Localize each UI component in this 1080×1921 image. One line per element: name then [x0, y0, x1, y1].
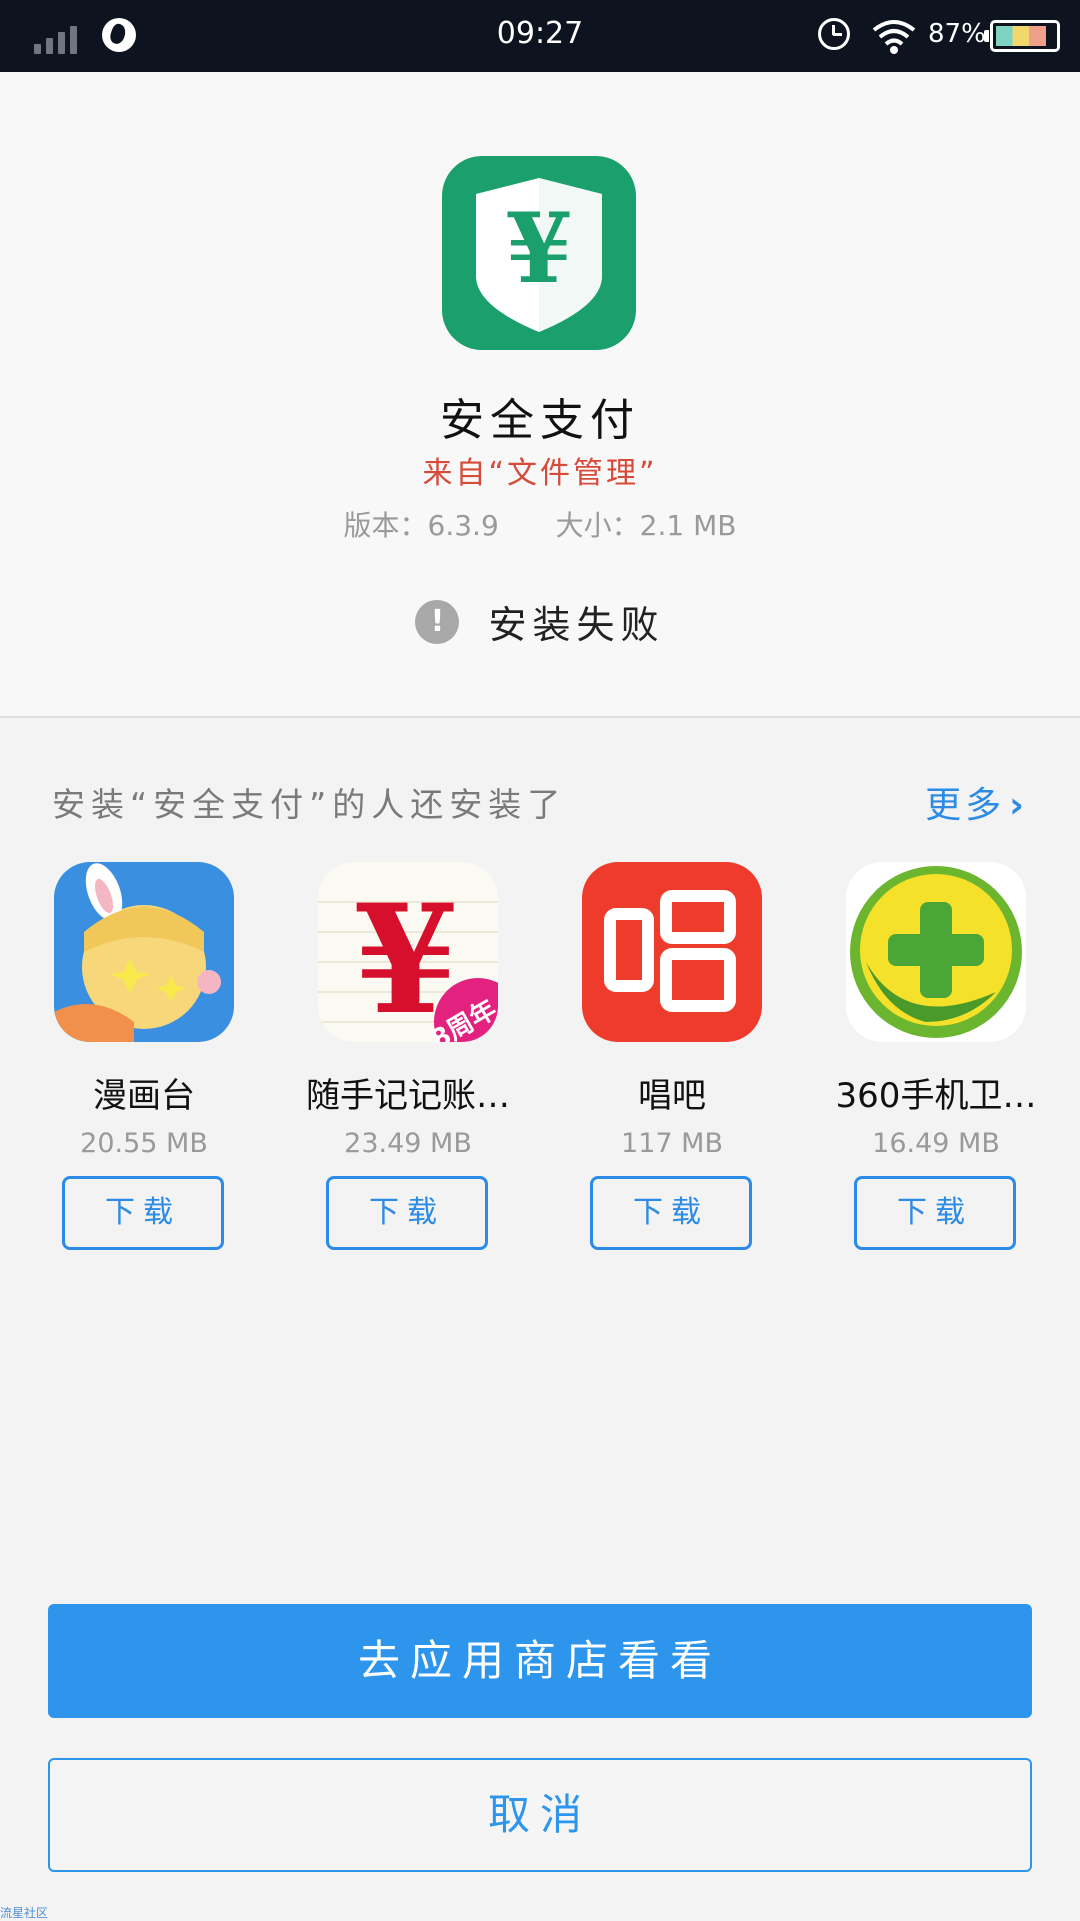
recommend-size: 23.49 MB — [344, 1128, 472, 1159]
app-name: 安全支付 — [440, 395, 640, 446]
download-button[interactable]: 下载 — [854, 1176, 1016, 1250]
recommend-name: 唱吧 — [638, 1076, 706, 1116]
recommend-size: 20.55 MB — [80, 1128, 208, 1159]
status-bar: 09:27 87% — [0, 0, 1080, 72]
recommend-item[interactable]: 漫画台 20.55 MB 下载 — [0, 862, 264, 1262]
chevron-right-icon: › — [1009, 785, 1028, 826]
recommend-name: 随手记记账… — [306, 1076, 510, 1116]
battery-tip — [984, 30, 989, 42]
recommend-item[interactable]: 唱吧 117 MB 下载 — [528, 862, 792, 1262]
app-source: 来自“文件管理” — [422, 456, 658, 491]
warning-icon: ! — [415, 599, 460, 644]
battery-percent: 87% — [928, 19, 986, 49]
more-link[interactable]: 更多 › — [925, 776, 1028, 828]
battery-fill — [996, 26, 1046, 46]
recommend-item[interactable]: 360手机卫… 16.49 MB 下载 — [792, 862, 1056, 1262]
recommend-name: 漫画台 — [93, 1076, 195, 1116]
alarm-icon — [818, 18, 850, 50]
more-label: 更多 — [925, 785, 1006, 826]
watermark: 流星社区 — [0, 1906, 49, 1920]
karaoke-app-icon — [582, 862, 762, 1042]
app-shield-yuan-icon: ¥ — [442, 156, 636, 350]
recommend-name: 360手机卫… — [835, 1076, 1037, 1116]
go-to-app-store-button[interactable]: 去应用商店看看 — [48, 1604, 1032, 1718]
download-button[interactable]: 下载 — [590, 1176, 752, 1250]
app-meta: 版本：6.3.9 大小：2.1 MB — [0, 504, 1080, 544]
download-button[interactable]: 下载 — [62, 1176, 224, 1250]
recommend-title: 安装“安全支付”的人还安装了 — [52, 785, 567, 824]
app-size: 大小：2.1 MB — [555, 509, 737, 542]
install-result-panel: ¥ 安全支付 来自“文件管理” 版本：6.3.9 大小：2.1 MB ! 安装失… — [0, 72, 1080, 718]
clock-time: 09:27 — [496, 16, 584, 51]
finance-app-icon: ¥ 8周年 — [318, 862, 498, 1042]
battery-icon — [990, 20, 1060, 52]
recommend-size: 117 MB — [621, 1128, 723, 1159]
cancel-button[interactable]: 取消 — [48, 1758, 1032, 1872]
wifi-icon — [872, 20, 916, 54]
security-app-icon — [846, 862, 1026, 1042]
svg-text:¥: ¥ — [506, 192, 573, 305]
app-version: 版本：6.3.9 — [343, 509, 499, 542]
recommend-item[interactable]: ¥ 8周年 随手记记账… 23.49 MB 下载 — [264, 862, 528, 1262]
recommend-size: 16.49 MB — [872, 1128, 1000, 1159]
manga-app-icon — [54, 862, 234, 1042]
download-button[interactable]: 下载 — [326, 1176, 488, 1250]
install-status: ! 安装失败 — [0, 594, 1080, 649]
install-status-text: 安装失败 — [488, 603, 665, 647]
